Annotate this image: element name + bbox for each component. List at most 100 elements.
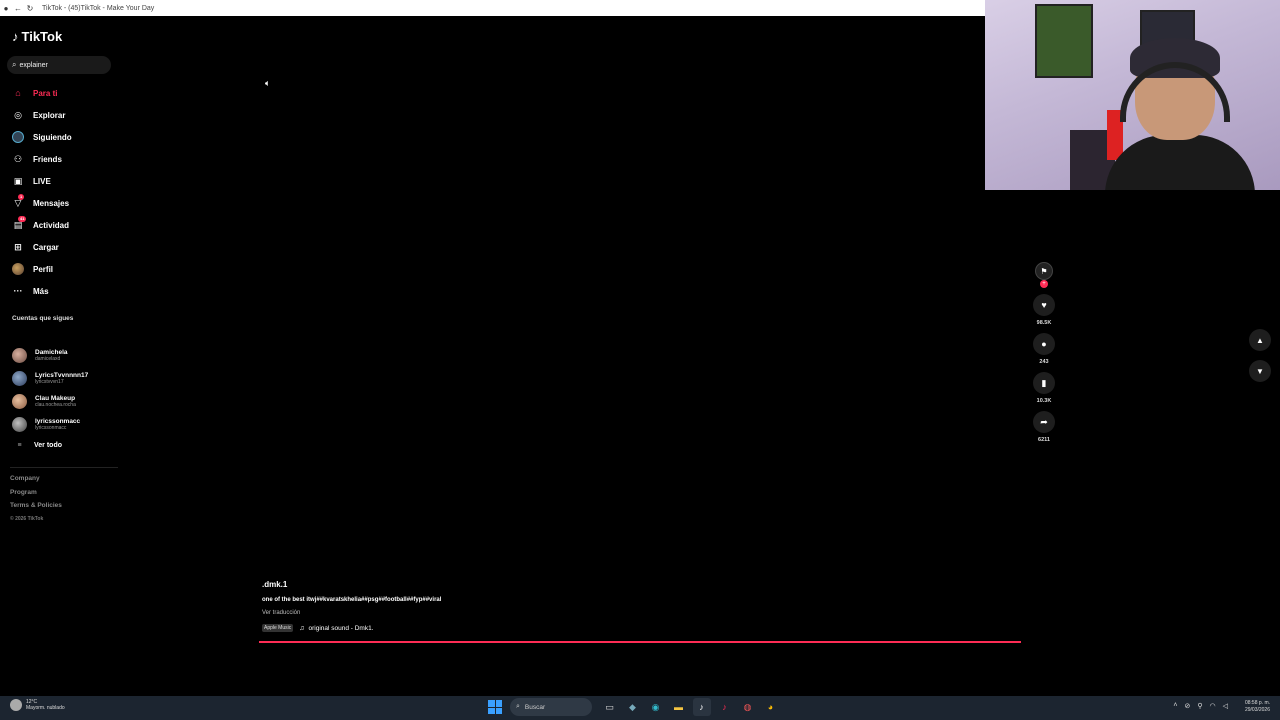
weather-widget[interactable]: 12°C Mayorm. nublado: [10, 699, 65, 711]
account-username: lyricssonmacc: [35, 425, 67, 431]
wifi-icon[interactable]: ◠: [1210, 702, 1216, 710]
compass-icon: ◎: [14, 109, 22, 120]
webcam-overlay: [985, 0, 1280, 190]
list-icon: ≡: [17, 441, 22, 449]
clock[interactable]: 08:58 p. m. 29/03/2026: [1245, 700, 1270, 714]
search-input[interactable]: ⌕ explainer: [7, 56, 111, 74]
volume-icon[interactable]: 🔈︎: [265, 78, 270, 89]
see-all-button[interactable]: ≡ Ver todo: [12, 436, 117, 454]
system-tray: ˄ ⊘ ⚲ ◠ ◁: [1173, 702, 1228, 710]
network-icon[interactable]: ⊘: [1184, 702, 1190, 710]
nav-label: Mensajes: [33, 198, 70, 208]
share-icon[interactable]: ➦: [1033, 411, 1055, 433]
taskbar-apps: ⌕ Buscar ▭ ◆ ◉ ▬ ♪ ♪ ◍ ◕: [488, 698, 782, 716]
live-icon: ▣: [13, 175, 23, 186]
tiktok-logo[interactable]: ♪ TikTok: [12, 29, 62, 44]
chevron-up-icon[interactable]: ˄: [1173, 702, 1177, 710]
streamer-body: [1105, 135, 1255, 190]
file-explorer-icon[interactable]: ▬: [670, 698, 688, 716]
nav-item-friends[interactable]: ⚇ Friends: [10, 148, 120, 170]
share-count: 6211: [1038, 437, 1050, 443]
nav-label: LIVE: [33, 176, 51, 186]
refresh-icon[interactable]: ↻: [24, 2, 36, 14]
music-row[interactable]: Apple Music ♫ original sound - Dmk1.: [262, 624, 962, 632]
following-account[interactable]: lyricssonmacc lyricssonmacc: [12, 413, 117, 436]
share-action[interactable]: ➦ 6211: [1031, 411, 1057, 446]
next-video-button[interactable]: ▼: [1249, 360, 1271, 382]
app-icon[interactable]: ◍: [739, 698, 757, 716]
previous-video-button[interactable]: ▲: [1249, 329, 1271, 351]
avatar: [12, 348, 27, 363]
like-action[interactable]: ♥ 98.5K: [1031, 294, 1057, 329]
tiktok-pink-app-icon[interactable]: ♪: [716, 698, 734, 716]
tiktok-note-icon: ♪: [12, 29, 19, 44]
save-action[interactable]: ▮ 10.3K: [1031, 372, 1057, 407]
footer-link-terms[interactable]: Terms & Policies: [10, 502, 62, 516]
account-name: lyricssonmacc: [35, 418, 81, 425]
nav-item-explorar[interactable]: ◎ Explorar: [10, 104, 120, 126]
chrome-icon[interactable]: ◕: [762, 698, 780, 716]
home-icon: ⌂: [15, 88, 21, 98]
microphone-icon[interactable]: ⚲: [1197, 702, 1202, 710]
nav-item-mensajes[interactable]: ▽ 1 Mensajes: [10, 192, 120, 214]
footer-link-company[interactable]: Company: [10, 475, 62, 489]
footer-link-program[interactable]: Program: [10, 489, 62, 503]
copyright: © 2026 TikTok: [10, 515, 44, 522]
following-account[interactable]: Clau Makeup clau.nochea.rocha: [12, 390, 117, 413]
video-author[interactable]: .dmk.1: [262, 580, 962, 589]
video-description: one of the best itwj##kvaratskhelia##psg…: [262, 597, 442, 603]
comment-action[interactable]: ● 243: [1031, 333, 1057, 368]
bookmark-icon[interactable]: ▮: [1033, 372, 1055, 394]
chevron-up-icon: ▲: [1256, 335, 1264, 345]
nav-item-perfil[interactable]: Perfil: [10, 258, 120, 280]
following-account[interactable]: LyricsTvvnnnn17 lyricstvvvn17: [12, 367, 117, 390]
nav-label: Siguiendo: [33, 132, 72, 142]
translate-link[interactable]: Ver traducción: [262, 610, 962, 616]
nav-item-mas[interactable]: ··· Más: [10, 280, 120, 302]
account-username: damicelaxd: [35, 356, 61, 362]
nav-label: Más: [33, 286, 49, 296]
nav-item-actividad[interactable]: ▤ 41 Actividad: [10, 214, 120, 236]
task-view-icon[interactable]: ▭: [601, 698, 619, 716]
following-list: Damichela damicelaxd LyricsTvvnnnn17 lyr…: [12, 344, 117, 454]
comment-count: 243: [1039, 359, 1049, 365]
follow-plus-icon[interactable]: +: [1040, 280, 1048, 288]
nav-item-siguiendo[interactable]: Siguiendo: [10, 126, 120, 148]
browser-icon: ●: [3, 3, 9, 13]
following-account[interactable]: Damichela damicelaxd: [12, 344, 117, 367]
see-all-label: Ver todo: [34, 441, 63, 449]
logo-text: TikTok: [21, 29, 63, 44]
clock-date: 29/03/2026: [1244, 707, 1270, 713]
nav-label: Perfil: [33, 264, 54, 274]
back-icon[interactable]: ←: [12, 2, 24, 14]
following-title: Cuentas que sigues: [12, 315, 74, 322]
nav-label: Explorar: [33, 110, 66, 120]
more-icon: ···: [13, 286, 23, 296]
avatar: ⚑: [1035, 262, 1053, 280]
sidebar-footer: Company Program Terms & Policies © 2026 …: [10, 475, 62, 522]
video-progress-bar[interactable]: [259, 641, 1021, 643]
nav-item-cargar[interactable]: ⊞ Cargar: [10, 236, 120, 258]
heart-icon[interactable]: ♥: [1033, 294, 1055, 316]
comment-icon[interactable]: ●: [1033, 333, 1055, 355]
action-rail: ⚑ + ♥ 98.5K ● 243 ▮ 10.3K ➦ 6211: [1031, 262, 1057, 450]
creator-avatar[interactable]: ⚑ +: [1031, 262, 1057, 288]
nav-item-live[interactable]: ▣ LIVE: [10, 170, 120, 192]
volume-icon[interactable]: ◁: [1223, 702, 1228, 710]
account-name: Clau Makeup: [35, 395, 76, 402]
search-icon: ⌕: [12, 60, 17, 69]
like-count: 98.5K: [1036, 320, 1052, 326]
account-username: lyricstvvvn17: [35, 379, 64, 385]
tiktok-app-icon[interactable]: ♪: [692, 698, 711, 716]
wall-poster: [1035, 4, 1093, 78]
taskbar-search[interactable]: ⌕ Buscar: [510, 698, 592, 716]
sidebar: ♪ TikTok ⌕ explainer ⌂ Para ti ◎ Explora…: [0, 16, 120, 696]
apple-music-tag[interactable]: Apple Music: [262, 624, 294, 632]
edge-icon[interactable]: ◉: [647, 698, 665, 716]
nav-item-para-ti[interactable]: ⌂ Para ti: [10, 82, 120, 104]
avatar: [12, 371, 27, 386]
taskbar: 12°C Mayorm. nublado ⌕ Buscar ▭ ◆ ◉ ▬ ♪ …: [0, 696, 1280, 720]
copilot-icon[interactable]: ◆: [624, 698, 642, 716]
windows-start-icon[interactable]: [488, 700, 502, 714]
search-icon: ⌕: [516, 703, 520, 710]
